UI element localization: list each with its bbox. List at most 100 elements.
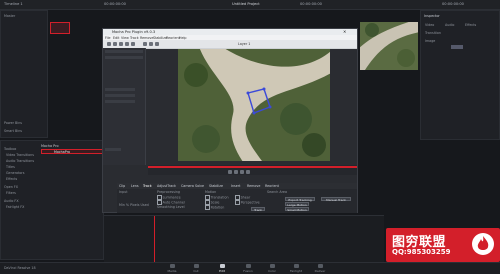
motion-perspective[interactable]: Perspective bbox=[235, 200, 260, 205]
bin-power[interactable]: Power Bins bbox=[4, 121, 22, 125]
menu-reorient[interactable]: Reorient bbox=[166, 36, 180, 40]
color-icon bbox=[269, 264, 275, 268]
pan-tool-icon[interactable] bbox=[131, 42, 135, 46]
small-motion-button[interactable]: Small Motion bbox=[285, 207, 309, 212]
nav-edit[interactable]: Edit bbox=[214, 264, 230, 273]
mocha-timeline bbox=[148, 165, 357, 175]
motion-translation[interactable]: Translation bbox=[205, 195, 229, 200]
select-tool-icon[interactable] bbox=[107, 42, 111, 46]
export-tracking-button[interactable]: Export Tracking Data bbox=[285, 197, 315, 206]
media-thumbnail[interactable] bbox=[50, 22, 70, 34]
option-auto-channel[interactable]: Auto Channel bbox=[157, 200, 185, 205]
tab-insert[interactable]: Insert bbox=[231, 184, 240, 188]
inspector-item-image[interactable]: Image bbox=[425, 39, 435, 43]
effects-item-toolbox[interactable]: Toolbox bbox=[4, 147, 16, 151]
timecode-right: 00:00:00:00 bbox=[442, 2, 464, 6]
tab-stabilize[interactable]: Stabilize bbox=[209, 184, 223, 188]
layer-row[interactable] bbox=[105, 56, 143, 59]
viewer-image bbox=[360, 22, 418, 70]
effects-item-generators[interactable]: Generators bbox=[6, 171, 24, 175]
pen-tool-icon[interactable] bbox=[113, 42, 117, 46]
bin-smart[interactable]: Smart Bins bbox=[4, 129, 22, 133]
tab-remove[interactable]: Remove bbox=[247, 184, 260, 188]
option-smoothing[interactable]: Smoothing Level bbox=[157, 205, 185, 209]
nav-color[interactable]: Color bbox=[264, 264, 280, 273]
inspector-tab-video[interactable]: Video bbox=[425, 23, 434, 27]
playhead[interactable] bbox=[154, 216, 155, 262]
menu-view[interactable]: View bbox=[121, 36, 129, 40]
nav-cut[interactable]: Cut bbox=[188, 264, 204, 273]
timecode-center: 00:00:00:00 bbox=[300, 2, 322, 6]
fairlight-icon bbox=[293, 264, 299, 268]
layer-label[interactable]: Layer 1 bbox=[238, 42, 250, 46]
effects-library-panel: Mocha Pro MochaPro Toolbox Video Transit… bbox=[0, 140, 104, 260]
param-row[interactable] bbox=[105, 88, 135, 91]
param-row[interactable] bbox=[105, 94, 135, 97]
nav-fairlight[interactable]: Fairlight bbox=[288, 264, 304, 273]
effects-item-effects[interactable]: Effects bbox=[6, 177, 17, 181]
timeline-progress[interactable] bbox=[148, 166, 357, 168]
track-forward-icon[interactable] bbox=[240, 170, 244, 174]
inspector-tab-audio[interactable]: Audio bbox=[445, 23, 454, 27]
page-nav-bar: DaVinci Resolve 18 Media Cut Edit Fusion… bbox=[0, 262, 500, 274]
mocha-viewer-image bbox=[178, 49, 330, 161]
cut-icon bbox=[193, 264, 199, 268]
tab-track[interactable]: Track bbox=[143, 184, 152, 188]
menu-edit[interactable]: Edit bbox=[113, 36, 119, 40]
menu-remove[interactable]: Remove bbox=[140, 36, 153, 40]
timecode-left: 00:00:00:00 bbox=[104, 2, 126, 6]
track-backward-icon[interactable] bbox=[246, 170, 250, 174]
option-luminance[interactable]: Luminance bbox=[157, 195, 181, 200]
effects-item-fairlightfx[interactable]: Fairlight FX bbox=[6, 205, 24, 209]
param-row[interactable] bbox=[105, 100, 135, 103]
inspector-header: Inspector bbox=[424, 14, 440, 18]
bin-master[interactable]: Master bbox=[4, 14, 15, 18]
inspector-toggle[interactable] bbox=[451, 45, 463, 49]
play-backward-icon[interactable] bbox=[234, 170, 238, 174]
motion-rotation[interactable]: Rotation bbox=[205, 205, 224, 210]
mocha-viewer[interactable] bbox=[178, 49, 330, 161]
nav-deliver[interactable]: Deliver bbox=[312, 264, 328, 273]
mask-icon[interactable] bbox=[155, 42, 159, 46]
motion-scale[interactable]: Scale bbox=[205, 200, 219, 205]
effects-item-filters[interactable]: Filters bbox=[6, 191, 16, 195]
effects-item-audiofx[interactable]: Audio FX bbox=[4, 199, 19, 203]
large-motion-button[interactable]: Large Motion bbox=[285, 202, 309, 207]
nav-fusion[interactable]: Fusion bbox=[240, 264, 256, 273]
menu-help[interactable]: Help bbox=[179, 36, 187, 40]
edit-icon bbox=[219, 264, 225, 268]
track-button[interactable]: Track bbox=[251, 207, 265, 212]
option-min-pixels[interactable]: Min % Pixels Used bbox=[119, 203, 149, 207]
menu-stabilize[interactable]: Stabilize bbox=[153, 36, 167, 40]
tab-reorient[interactable]: Reorient bbox=[265, 184, 279, 188]
inspector-item-transition[interactable]: Transition bbox=[425, 31, 441, 35]
overlay-icon[interactable] bbox=[149, 42, 153, 46]
param-row[interactable] bbox=[105, 148, 121, 151]
tab-adjusttrack[interactable]: AdjustTrack bbox=[157, 184, 176, 188]
spline-tool-icon[interactable] bbox=[119, 42, 123, 46]
menu-file[interactable]: File bbox=[105, 36, 111, 40]
app-menu-label[interactable]: Timeline 1 bbox=[4, 2, 23, 6]
watermark-logo: 图穷联盟 QQ:985303259 bbox=[386, 228, 500, 262]
search-area-label: Search Area bbox=[267, 190, 287, 194]
effects-item-openfx[interactable]: Open FX bbox=[4, 185, 18, 189]
media-icon bbox=[169, 264, 175, 268]
zoom-tool-icon[interactable] bbox=[125, 42, 129, 46]
layer-row[interactable] bbox=[105, 50, 143, 53]
tab-lens[interactable]: Lens bbox=[131, 184, 139, 188]
effects-item-audio-transitions[interactable]: Audio Transitions bbox=[6, 159, 34, 163]
menu-track[interactable]: Track bbox=[130, 36, 139, 40]
nav-media[interactable]: Media bbox=[164, 264, 180, 273]
effects-item-titles[interactable]: Titles bbox=[6, 165, 15, 169]
effect-item-selected[interactable]: MochaPro bbox=[41, 149, 103, 154]
inspector-tab-effects[interactable]: Effects bbox=[465, 23, 476, 27]
play-icon[interactable] bbox=[228, 170, 232, 174]
close-icon[interactable]: ✕ bbox=[343, 29, 346, 34]
manual-track-button[interactable]: Manual Track bbox=[321, 197, 351, 202]
motion-shear[interactable]: Shear bbox=[235, 195, 250, 200]
effects-item-video-transitions[interactable]: Video Transitions bbox=[6, 153, 34, 157]
deliver-icon bbox=[317, 264, 323, 268]
tab-camera-solve[interactable]: Camera Solve bbox=[181, 184, 204, 188]
grid-icon[interactable] bbox=[143, 42, 147, 46]
tab-clip[interactable]: Clip bbox=[119, 184, 125, 188]
